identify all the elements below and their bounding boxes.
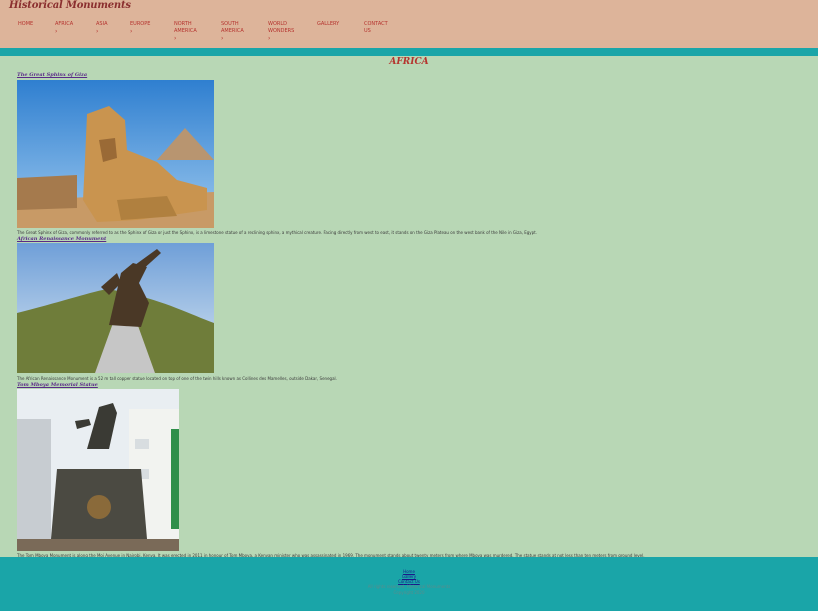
nav-north-america-label: NORTH AMERICA [174, 21, 197, 34]
nav-home-label: HOME [18, 21, 34, 27]
nav-gallery[interactable]: GALLERY [317, 21, 339, 28]
renaissance-monument-photo [17, 243, 214, 373]
site-header: Historical Monuments HOME AFRICA › ASIA … [0, 0, 818, 48]
nav-home[interactable]: HOME [18, 21, 33, 28]
monument-title-renaissance[interactable]: African Renaissance Monument [17, 236, 106, 242]
nav-africa[interactable]: AFRICA › [55, 21, 73, 36]
nav-world-wonders-label: WORLD WONDERS [268, 21, 295, 34]
page-title: AFRICA [389, 57, 429, 67]
chevron-right-icon: › [55, 28, 58, 35]
nav-north-america[interactable]: NORTH AMERICA › [174, 21, 206, 43]
chevron-right-icon: › [174, 35, 177, 42]
nav-europe-label: EUROPE [130, 21, 151, 27]
monument-description-renaissance: The African Renaissance Monument is a 52… [17, 376, 337, 381]
chevron-right-icon: › [96, 28, 99, 35]
monument-title-tom-mboya[interactable]: Tom Mboya Memorial Statue [17, 382, 98, 388]
chevron-right-icon: › [268, 35, 271, 42]
nav-south-america[interactable]: SOUTH AMERICA › [221, 21, 253, 43]
nav-south-america-label: SOUTH AMERICA [221, 21, 244, 34]
nav-asia-label: ASIA [96, 21, 108, 27]
nav-gallery-label: GALLERY [317, 21, 340, 27]
chevron-right-icon: › [221, 35, 224, 42]
footer-copyright: Copyright 2020 [393, 590, 425, 595]
monument-title-sphinx[interactable]: The Great Sphinx of Giza [17, 72, 87, 78]
page: Historical Monuments HOME AFRICA › ASIA … [0, 0, 818, 611]
header-divider [0, 48, 818, 56]
tom-mboya-statue-photo [17, 389, 179, 551]
sphinx-photo [17, 80, 214, 228]
scrollbar-gutter [818, 0, 822, 611]
nav-world-wonders[interactable]: WORLD WONDERS › [268, 21, 300, 43]
site-footer: Home Gallery Contact Us All rights reser… [0, 557, 818, 611]
main-content: AFRICA The Great Sphinx of Giza The Grea… [0, 56, 818, 558]
nav-europe[interactable]: EUROPE › [130, 21, 150, 36]
nav-contact-us-label: CONTACT US [364, 21, 388, 34]
nav-contact-us[interactable]: CONTACT US [364, 21, 394, 35]
chevron-right-icon: › [130, 28, 133, 35]
nav-africa-label: AFRICA [55, 21, 74, 27]
monument-description-sphinx: The Great Sphinx of Giza, commonly refer… [17, 230, 538, 235]
site-title[interactable]: Historical Monuments [9, 0, 131, 11]
nav-asia[interactable]: ASIA › [96, 21, 108, 36]
